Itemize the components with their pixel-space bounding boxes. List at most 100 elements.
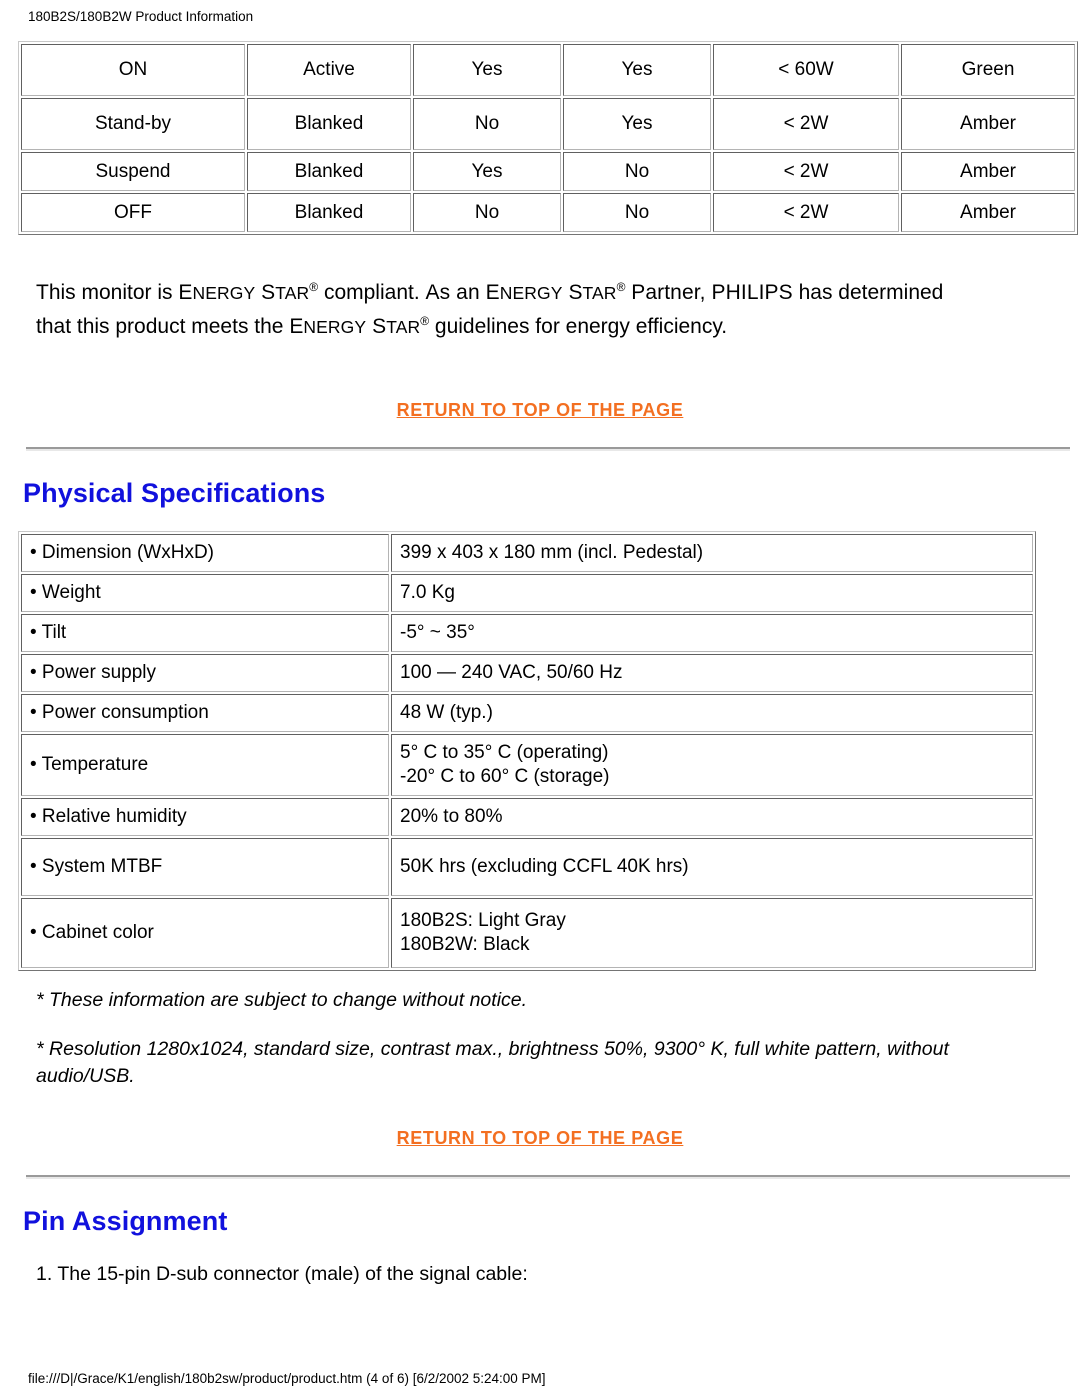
wordmark-cap: S xyxy=(261,281,276,304)
table-row: Stand-by Blanked No Yes < 2W Amber xyxy=(21,98,1075,150)
cell-hsync: No xyxy=(413,98,561,150)
energy-star-paragraph: This monitor is ENERGY STAR® compliant. … xyxy=(36,276,956,344)
wordmark-cap: E xyxy=(485,281,500,304)
text-segment: This monitor is xyxy=(36,281,179,304)
spec-key: • Power consumption xyxy=(21,694,389,732)
text-segment: compliant. xyxy=(318,281,426,304)
table-row: • System MTBF 50K hrs (excluding CCFL 40… xyxy=(21,838,1033,896)
spec-value: 50K hrs (excluding CCFL 40K hrs) xyxy=(391,838,1033,896)
spec-value: 399 x 403 x 180 mm (incl. Pedestal) xyxy=(391,534,1033,572)
wordmark-small: TAR xyxy=(582,283,617,303)
table-row: • Tilt -5° ~ 35° xyxy=(21,614,1033,652)
text-segment: guidelines for energy efficiency. xyxy=(429,315,728,338)
spec-key: • Power supply xyxy=(21,654,389,692)
spec-value-line: 180B2W: Black xyxy=(400,934,530,955)
wordmark-cap: P xyxy=(631,281,646,304)
table-row: • Power supply 100 — 240 VAC, 50/60 Hz xyxy=(21,654,1033,692)
wordmark-small: s an xyxy=(439,281,486,304)
cell-hsync: Yes xyxy=(413,152,561,191)
cell-hsync: No xyxy=(413,193,561,232)
wordmark-cap: S xyxy=(568,281,583,304)
wordmark-small: TAR xyxy=(275,283,310,303)
cell-led: Amber xyxy=(901,193,1075,232)
power-management-table: ON Active Yes Yes < 60W Green Stand-by B… xyxy=(18,41,1078,235)
spec-key: • Tilt xyxy=(21,614,389,652)
registered-trademark-icon: ® xyxy=(309,280,319,294)
spec-value-multiline: 180B2S: Light Gray 180B2W: Black xyxy=(391,898,1033,968)
cell-led: Amber xyxy=(901,98,1075,150)
return-to-top-link-2[interactable]: RETURN TO TOP OF THE PAGE xyxy=(397,1128,684,1148)
wordmark-small: artner, xyxy=(645,281,712,304)
cell-vsync: No xyxy=(563,152,711,191)
spec-key: • Cabinet color xyxy=(21,898,389,968)
spec-value: 7.0 Kg xyxy=(391,574,1033,612)
spec-value: -5° ~ 35° xyxy=(391,614,1033,652)
note-resolution: * Resolution 1280x1024, standard size, c… xyxy=(36,1038,949,1087)
table-row: • Power consumption 48 W (typ.) xyxy=(21,694,1033,732)
wordmark-small: NERGY xyxy=(192,283,256,303)
spec-value-line: -20° C to 60° C (storage) xyxy=(400,766,610,787)
wordmark-cap: A xyxy=(425,281,440,304)
cell-hsync: Yes xyxy=(413,44,561,96)
document-page: 180B2S/180B2W Product Information ON Act… xyxy=(0,0,1080,1397)
cell-video: Blanked xyxy=(247,193,411,232)
wordmark-cap: E xyxy=(178,281,193,304)
cell-led: Green xyxy=(901,44,1075,96)
cell-mode: OFF xyxy=(21,193,245,232)
as-an-phrase: As an xyxy=(426,281,486,304)
cell-power: < 2W xyxy=(713,152,899,191)
section-divider-1 xyxy=(26,447,1070,451)
spec-value-multiline: 5° C to 35° C (operating) -20° C to 60° … xyxy=(391,734,1033,796)
spec-key: • Weight xyxy=(21,574,389,612)
table-row: Suspend Blanked Yes No < 2W Amber xyxy=(21,152,1075,191)
cell-video: Active xyxy=(247,44,411,96)
table-row: • Temperature 5° C to 35° C (operating) … xyxy=(21,734,1033,796)
pin-assignment-intro: 1. The 15-pin D-sub connector (male) of … xyxy=(36,1263,528,1285)
cell-video: Blanked xyxy=(247,152,411,191)
note-subject-to-change: * These information are subject to chang… xyxy=(36,989,528,1011)
return-to-top-link-1[interactable]: RETURN TO TOP OF THE PAGE xyxy=(397,400,684,420)
table-row: • Dimension (WxHxD) 399 x 403 x 180 mm (… xyxy=(21,534,1033,572)
cell-mode: ON xyxy=(21,44,245,96)
return-to-top-container-1: RETURN TO TOP OF THE PAGE xyxy=(18,400,1062,421)
section-divider-2 xyxy=(26,1175,1070,1179)
table-row: OFF Blanked No No < 2W Amber xyxy=(21,193,1075,232)
cell-power: < 2W xyxy=(713,193,899,232)
table-row: ON Active Yes Yes < 60W Green xyxy=(21,44,1075,96)
cell-mode: Suspend xyxy=(21,152,245,191)
cell-power: < 2W xyxy=(713,98,899,150)
spec-key: • Relative humidity xyxy=(21,798,389,836)
heading-physical-specifications: Physical Specifications xyxy=(23,478,326,508)
wordmark-cap: E xyxy=(289,315,304,338)
table-row: • Cabinet color 180B2S: Light Gray 180B2… xyxy=(21,898,1033,968)
wordmark-small: NERGY xyxy=(303,317,367,337)
energy-star-wordmark: ENERGY STAR xyxy=(289,315,420,338)
partner-phrase: Partner, xyxy=(631,281,711,304)
page-footer-path: file:///D|/Grace/K1/english/180b2sw/prod… xyxy=(28,1371,546,1386)
heading-pin-assignment: Pin Assignment xyxy=(23,1206,228,1236)
wordmark-cap: S xyxy=(372,315,387,338)
cell-vsync: Yes xyxy=(563,44,711,96)
spec-value-line: 5° C to 35° C (operating) xyxy=(400,742,609,763)
spec-key: • Temperature xyxy=(21,734,389,796)
wordmark-small: TAR xyxy=(386,317,421,337)
energy-star-wordmark: ENERGY STAR xyxy=(178,281,309,304)
spec-key: • System MTBF xyxy=(21,838,389,896)
cell-power: < 60W xyxy=(713,44,899,96)
cell-vsync: Yes xyxy=(563,98,711,150)
table-row: • Relative humidity 20% to 80% xyxy=(21,798,1033,836)
running-header: 180B2S/180B2W Product Information xyxy=(28,9,254,24)
energy-star-wordmark: ENERGY STAR xyxy=(486,281,617,304)
return-to-top-container-2: RETURN TO TOP OF THE PAGE xyxy=(18,1128,1062,1149)
spec-value-line: 180B2S: Light Gray xyxy=(400,910,566,931)
cell-video: Blanked xyxy=(247,98,411,150)
philips-wordmark: PHILIPS xyxy=(711,281,793,304)
document-content: ON Active Yes Yes < 60W Green Stand-by B… xyxy=(18,41,1078,1287)
cell-mode: Stand-by xyxy=(21,98,245,150)
cell-vsync: No xyxy=(563,193,711,232)
spec-value: 48 W (typ.) xyxy=(391,694,1033,732)
physical-specifications-table: • Dimension (WxHxD) 399 x 403 x 180 mm (… xyxy=(18,531,1036,971)
cell-led: Amber xyxy=(901,152,1075,191)
table-row: • Weight 7.0 Kg xyxy=(21,574,1033,612)
spec-value: 100 — 240 VAC, 50/60 Hz xyxy=(391,654,1033,692)
